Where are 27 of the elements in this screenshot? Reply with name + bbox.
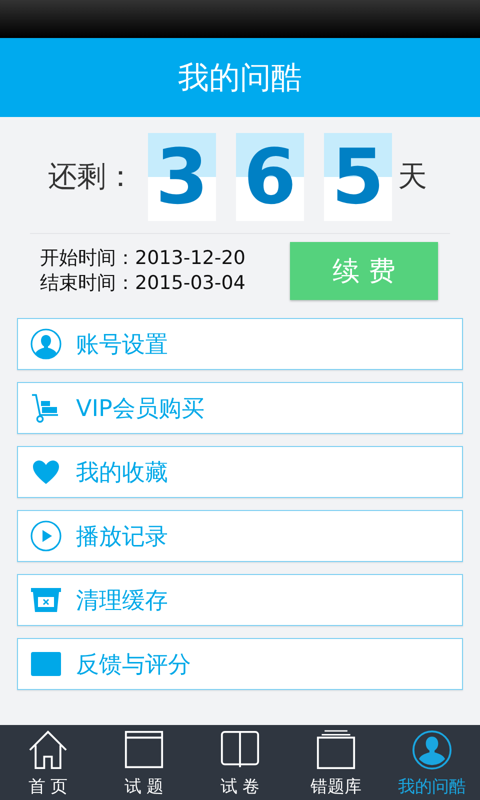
flip-digit: 5 — [324, 133, 392, 221]
flip-digit: 6 — [236, 133, 304, 221]
menu-item[interactable]: 我的收藏 — [17, 446, 463, 498]
days-unit: 天 — [398, 158, 427, 195]
book-icon — [220, 730, 260, 770]
nav-tab[interactable]: 试 卷 — [192, 725, 288, 800]
menu-item[interactable]: 清理缓存 — [17, 574, 463, 626]
flip-digit: 3 — [148, 133, 216, 221]
stack-icon — [316, 730, 356, 770]
nav-tab[interactable]: 错题库 — [288, 725, 384, 800]
nav-tab[interactable]: 首 页 — [0, 725, 96, 800]
renew-button[interactable]: 续 费 — [290, 242, 438, 300]
date-text: 结束时间：2015-03-04 — [40, 271, 246, 296]
home-icon — [28, 730, 68, 770]
window-icon — [124, 730, 164, 770]
play-icon — [30, 520, 62, 552]
date-text: 开始时间：2013-12-20 — [40, 246, 246, 271]
nav-tab[interactable]: 我的问酷 — [384, 725, 480, 800]
nav-tab[interactable]: 试 题 — [96, 725, 192, 800]
remaining-label: 还剩： — [48, 158, 136, 195]
user-icon — [30, 328, 62, 360]
menu-item[interactable]: 播放记录 — [17, 510, 463, 562]
page-title: 我的问酷 — [178, 58, 302, 98]
menu-item[interactable]: 反馈与评分 — [17, 638, 463, 690]
menu-item[interactable]: 账号设置 — [17, 318, 463, 370]
menu-item[interactable]: VIP会员购买 — [17, 382, 463, 434]
user-icon — [412, 730, 452, 770]
